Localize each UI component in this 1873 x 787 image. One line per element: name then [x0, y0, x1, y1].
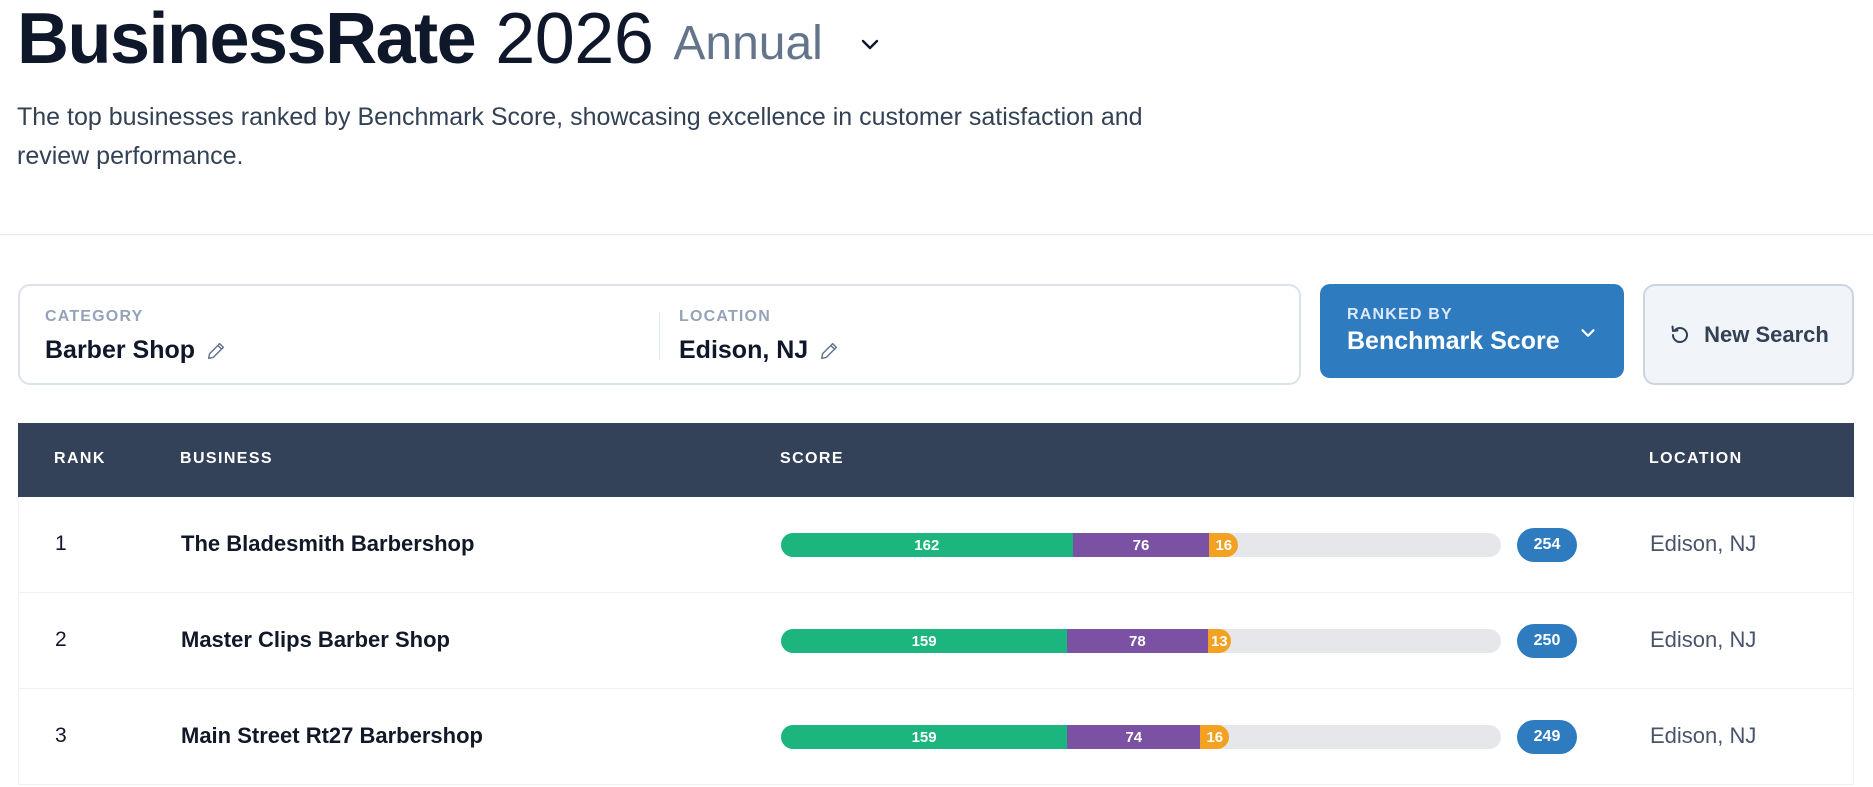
field-divider [659, 312, 660, 360]
total-score-badge: 254 [1517, 528, 1577, 562]
business-name[interactable]: The Bladesmith Barbershop [181, 531, 474, 557]
table-body: 1 The Bladesmith Barbershop 162 76 16 254 Edis… [18, 497, 1854, 785]
location-cell: Edison, NJ [1650, 723, 1757, 748]
score-segment-orange: 16 [1209, 533, 1239, 557]
location-cell: Edison, NJ [1650, 627, 1757, 652]
score-segment-green: 162 [781, 533, 1073, 557]
category-value[interactable]: Barber Shop [45, 336, 195, 365]
refresh-icon [1668, 323, 1692, 347]
category-field[interactable]: CATEGORY Barber Shop [45, 308, 227, 365]
total-score-badge: 249 [1517, 720, 1577, 754]
category-label: CATEGORY [45, 308, 144, 325]
table-row[interactable]: 2 Master Clips Barber Shop 159 78 13 250 Ediso… [18, 593, 1854, 689]
location-field[interactable]: LOCATION Edison, NJ [679, 308, 840, 365]
page-title-row: BusinessRate 2026 Annual [17, 0, 883, 78]
chevron-down-icon[interactable] [857, 31, 883, 57]
score-segment-green: 159 [781, 629, 1068, 653]
total-score-badge: 250 [1517, 624, 1577, 658]
score-segment-purple: 74 [1067, 725, 1201, 749]
table-header: RANK BUSINESS SCORE LOCATION [18, 423, 1854, 497]
table-row[interactable]: 1 The Bladesmith Barbershop 162 76 16 254 Edis… [18, 497, 1854, 593]
location-cell: Edison, NJ [1650, 531, 1757, 556]
ranked-by-value: Benchmark Score [1347, 327, 1560, 355]
score-segment-orange: 13 [1207, 629, 1231, 653]
score-segment-orange: 16 [1200, 725, 1230, 749]
rank-cell: 2 [55, 628, 67, 651]
score-segment-purple: 76 [1072, 533, 1210, 557]
score-bar: 159 74 16 [781, 725, 1501, 749]
pencil-icon[interactable] [818, 340, 840, 362]
new-search-label: New Search [1704, 321, 1829, 347]
search-criteria-box: CATEGORY Barber Shop LOCATION Edison, NJ [18, 284, 1301, 385]
header-rank[interactable]: RANK [54, 450, 106, 468]
header-business[interactable]: BUSINESS [180, 450, 273, 468]
brand-name: BusinessRate [17, 0, 477, 79]
location-label: LOCATION [679, 308, 771, 325]
score-segment-purple: 78 [1067, 629, 1208, 653]
business-name[interactable]: Main Street Rt27 Barbershop [181, 723, 483, 749]
ranked-by-label: RANKED BY [1347, 306, 1453, 323]
score-bar: 162 76 16 [781, 533, 1501, 557]
new-search-button[interactable]: New Search [1643, 284, 1854, 385]
section-divider [0, 234, 1873, 235]
business-name[interactable]: Master Clips Barber Shop [181, 627, 450, 653]
location-value[interactable]: Edison, NJ [679, 336, 808, 365]
score-segment-green: 159 [781, 725, 1068, 749]
table-row[interactable]: 3 Main Street Rt27 Barbershop 159 74 16 249 Ed… [18, 689, 1854, 785]
header-score[interactable]: SCORE [780, 450, 844, 468]
header-location[interactable]: LOCATION [1649, 450, 1743, 468]
rank-cell: 1 [55, 532, 67, 555]
rank-cell: 3 [55, 724, 67, 747]
year: 2026 [495, 0, 654, 79]
score-bar: 159 78 13 [781, 629, 1501, 653]
chevron-down-icon [1577, 322, 1599, 344]
rankings-table: RANK BUSINESS SCORE LOCATION 1 The Blades… [18, 423, 1854, 785]
period-selector[interactable]: Annual [673, 20, 822, 68]
page-subtitle: The top businesses ranked by Benchmark S… [17, 103, 1143, 170]
pencil-icon[interactable] [205, 340, 227, 362]
ranked-by-dropdown[interactable]: RANKED BY Benchmark Score [1320, 284, 1624, 378]
